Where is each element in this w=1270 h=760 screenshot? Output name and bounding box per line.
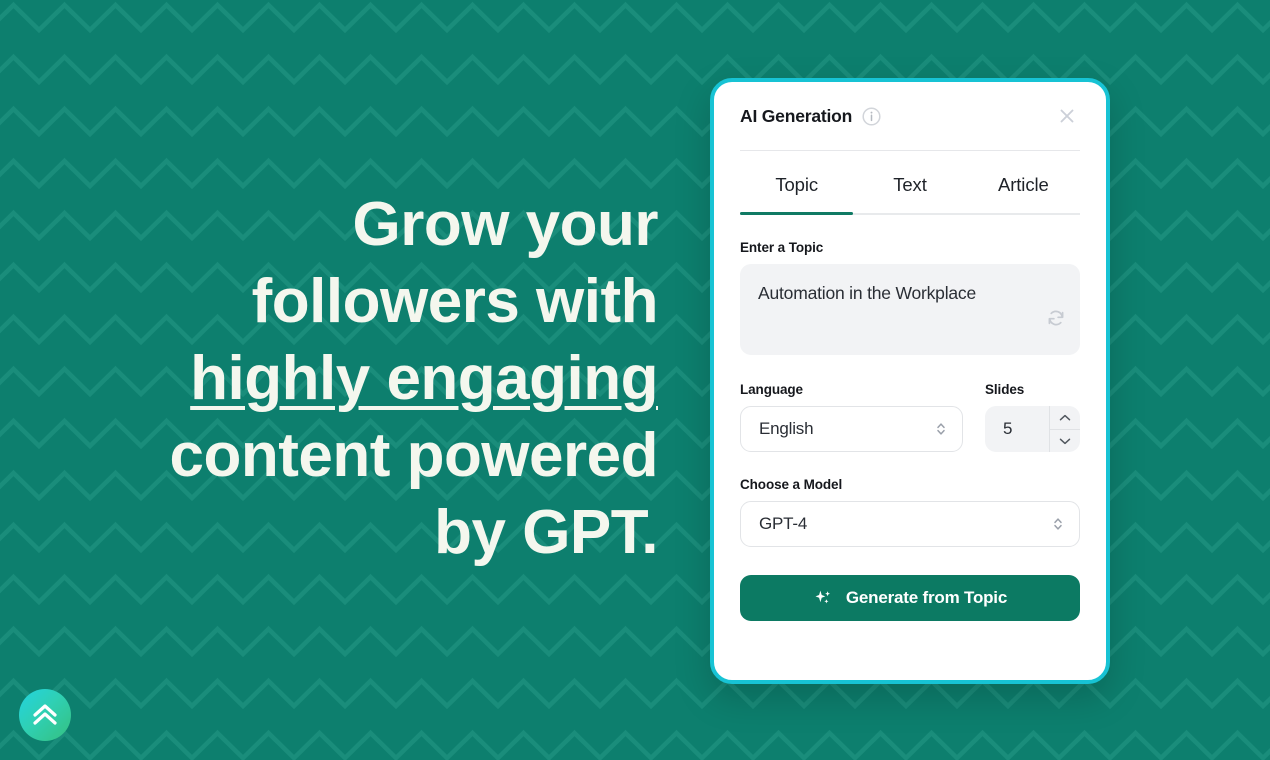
chevron-up-down-icon: [934, 420, 948, 438]
hero-headline: Grow your followers with highly engaging…: [0, 186, 680, 571]
chevron-up-down-icon: [1051, 515, 1065, 533]
slides-stepper[interactable]: 5: [985, 406, 1080, 452]
topic-input[interactable]: Automation in the Workplace: [740, 264, 1080, 355]
double-chevron-up-icon: [33, 704, 57, 725]
language-value: English: [759, 419, 814, 438]
ai-generation-modal: AI Generation Topic Text Article Enter a…: [710, 78, 1110, 684]
language-select[interactable]: English: [740, 406, 963, 452]
language-field-group: Language English: [740, 382, 963, 452]
brand-logo[interactable]: [19, 689, 71, 741]
hero-line-5: by GPT.: [434, 498, 658, 567]
tab-topic[interactable]: Topic: [740, 174, 854, 215]
model-field-group: Choose a Model GPT-4: [740, 477, 1080, 547]
stepper-buttons: [1049, 406, 1080, 452]
info-circle-icon[interactable]: [862, 106, 881, 126]
generate-from-topic-button[interactable]: Generate from Topic: [740, 575, 1080, 621]
model-select[interactable]: GPT-4: [740, 501, 1080, 547]
header-divider: [740, 150, 1080, 151]
hero-line-2: followers with: [251, 267, 659, 336]
hero-line-4: content powered: [169, 421, 658, 490]
language-label: Language: [740, 382, 803, 397]
model-label: Choose a Model: [740, 477, 843, 492]
topic-value: Automation in the Workplace: [758, 283, 977, 303]
close-button[interactable]: [1054, 103, 1080, 129]
chevron-down-icon: [1059, 438, 1071, 445]
generate-button-label: Generate from Topic: [845, 588, 1008, 607]
hero-line-1: Grow your: [352, 190, 658, 259]
hero-line-3-underlined: highly engaging: [190, 344, 658, 413]
slides-decrement-button[interactable]: [1050, 429, 1080, 452]
slides-value[interactable]: 5: [985, 406, 1049, 452]
page-title: AI Generation: [740, 105, 853, 126]
topic-label: Enter a Topic: [740, 240, 824, 255]
tab-text[interactable]: Text: [853, 174, 966, 213]
model-value: GPT-4: [759, 514, 808, 533]
close-x-icon: [1060, 109, 1074, 123]
topic-field-group: Enter a Topic Automation in the Workplac…: [740, 240, 1080, 355]
slides-increment-button[interactable]: [1050, 406, 1080, 429]
tab-bar: Topic Text Article: [740, 174, 1080, 215]
chevron-up-icon: [1059, 414, 1071, 420]
refresh-icon[interactable]: [1046, 308, 1066, 328]
modal-header: AI Generation: [740, 82, 1080, 150]
sparkle-icon: [815, 590, 830, 604]
tab-article[interactable]: Article: [967, 174, 1080, 213]
language-slides-row: Language English Slides 5: [740, 382, 1080, 452]
slides-label: Slides: [985, 382, 1025, 397]
slides-field-group: Slides 5: [985, 382, 1080, 452]
